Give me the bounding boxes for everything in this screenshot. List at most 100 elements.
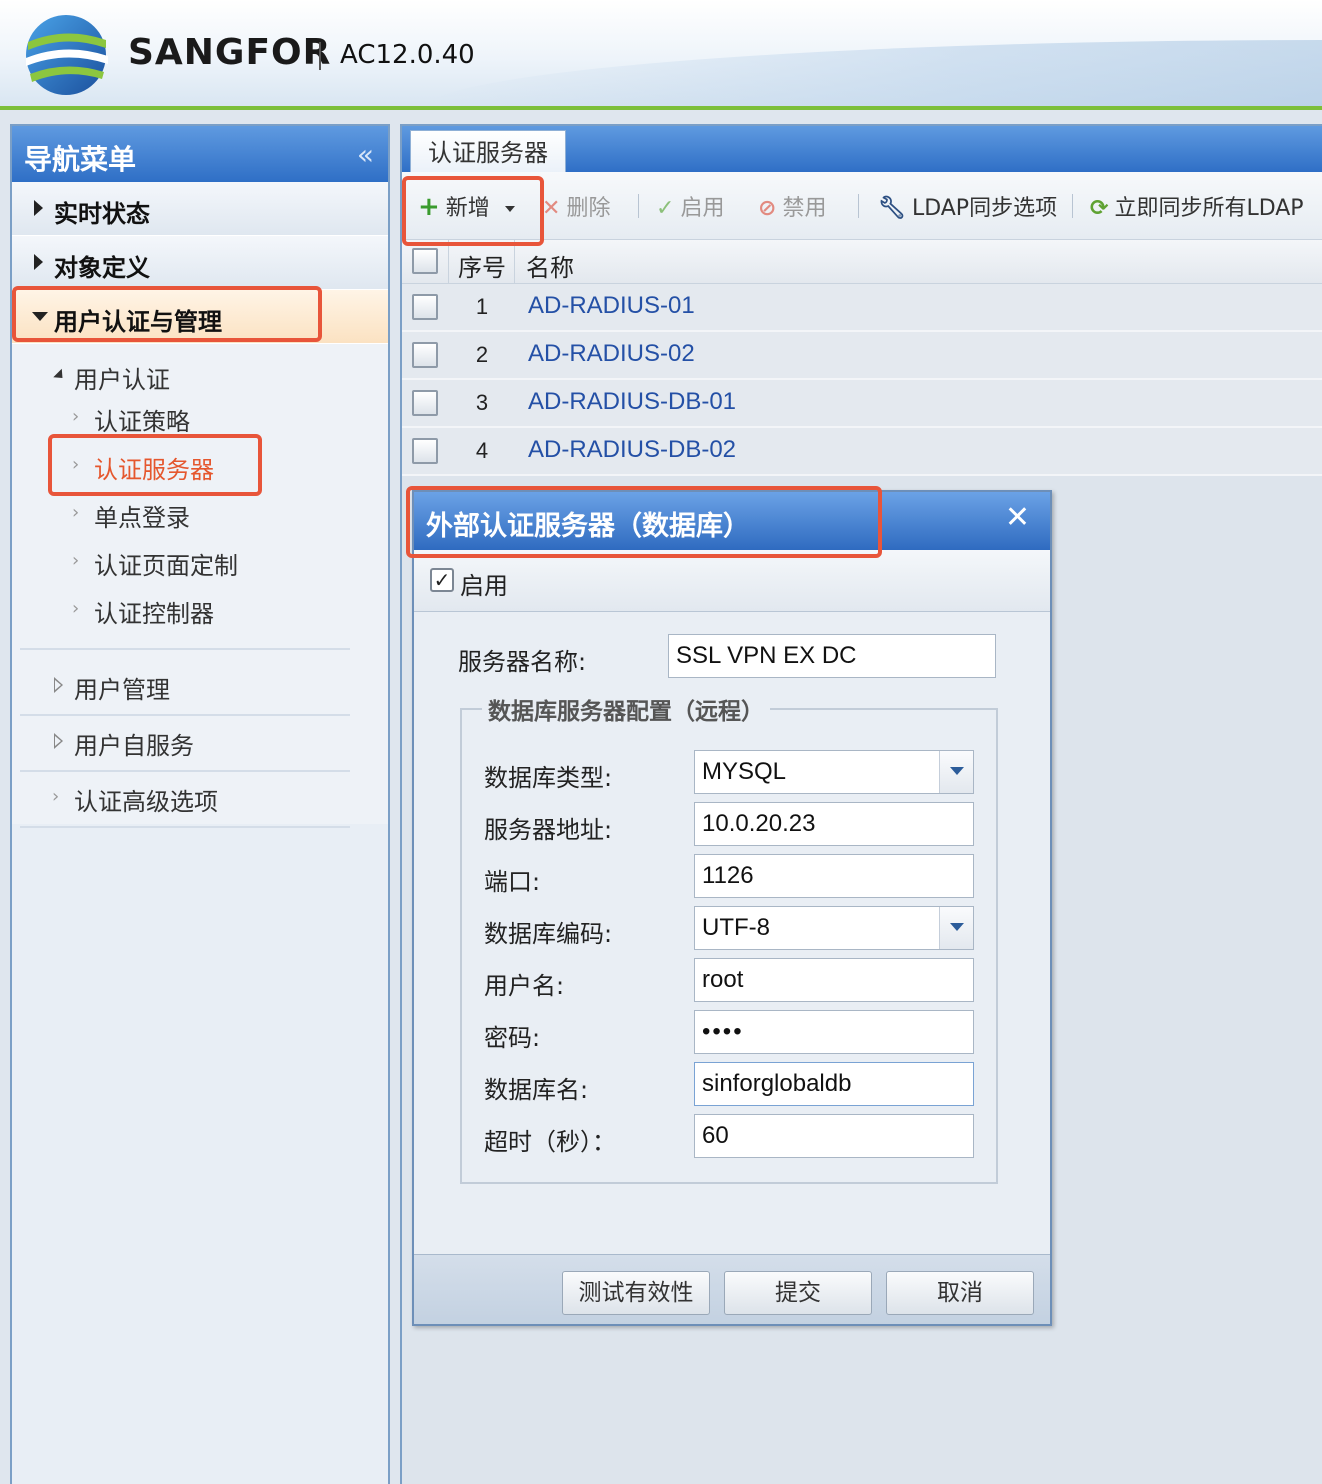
table-row[interactable]: 1 AD-RADIUS-01 <box>402 284 1322 332</box>
delete-button[interactable]: ✕ 删除 <box>542 190 610 222</box>
sangfor-logo-icon <box>26 15 108 95</box>
collapse-sidebar-icon[interactable]: « <box>357 138 374 171</box>
password-input[interactable]: •••• <box>694 1010 974 1054</box>
nav-group-user-auth-management[interactable]: 用户认证与管理 <box>12 290 388 344</box>
cancel-button[interactable]: 取消 <box>886 1271 1034 1315</box>
chevron-right-icon: › <box>72 454 80 475</box>
submit-button[interactable]: 提交 <box>724 1271 872 1315</box>
header-decoration <box>422 40 1322 106</box>
enable-row: ✓ 启用 <box>414 550 1050 612</box>
chevron-down-icon[interactable] <box>939 751 973 793</box>
column-header-index: 序号 <box>458 254 506 282</box>
row-name-link[interactable]: AD-RADIUS-02 <box>528 340 695 368</box>
tree-expanded-icon <box>53 368 67 383</box>
wrench-icon: 🔧︎ <box>878 196 906 221</box>
brand-separator <box>319 42 321 70</box>
row-checkbox[interactable] <box>412 438 438 464</box>
expand-arrow-icon <box>34 200 43 216</box>
sidebar-title: 导航菜单 <box>24 143 137 176</box>
db-type-value: MYSQL <box>702 758 787 785</box>
app-header: SANGFOR AC12.0.40 <box>0 0 1322 110</box>
server-address-input[interactable]: 10.0.20.23 <box>694 802 974 846</box>
collapse-arrow-icon <box>32 312 48 321</box>
row-name-link[interactable]: AD-RADIUS-DB-02 <box>528 436 736 464</box>
tree-label-selected: 认证服务器 <box>94 456 214 484</box>
row-name-link[interactable]: AD-RADIUS-DB-01 <box>528 388 736 416</box>
sync-all-ldap-button[interactable]: ⟳ 立即同步所有LDAP <box>1090 190 1304 222</box>
nav-group-label: 用户认证与管理 <box>54 308 222 336</box>
enable-label: 启用 <box>680 196 725 221</box>
toolbar: + 新增 ✕ 删除 ✓ 启用 ⊘ 禁用 🔧︎ LDAP同步选项 ⟳ 立即同步所有LDAP <box>402 172 1322 240</box>
sidebar-header: 导航菜单 « <box>12 126 388 182</box>
nav-group-realtime-status[interactable]: 实时状态 <box>12 182 388 236</box>
db-name-input[interactable]: sinforglobaldb <box>694 1062 974 1106</box>
tree-item-user-auth[interactable]: 用户认证 <box>12 350 388 398</box>
tree-item-auth-page-custom[interactable]: › 认证页面定制 <box>12 536 388 584</box>
tree-item-user-self-service[interactable]: 用户自服务 <box>12 716 388 772</box>
sync-all-label: 立即同步所有LDAP <box>1114 196 1304 221</box>
tree-item-auth-advanced[interactable]: › 认证高级选项 <box>12 772 388 828</box>
row-index: 4 <box>475 438 489 463</box>
chevron-right-icon: › <box>52 786 60 807</box>
disable-button[interactable]: ⊘ 禁用 <box>758 190 826 222</box>
table-row[interactable]: 3 AD-RADIUS-DB-01 <box>402 380 1322 428</box>
row-checkbox[interactable] <box>412 294 438 320</box>
tree-label: 用户自服务 <box>74 732 194 760</box>
test-validity-button[interactable]: 测试有效性 <box>562 1271 710 1315</box>
password-label: 密码: <box>484 1024 541 1052</box>
enable-button[interactable]: ✓ 启用 <box>656 190 724 222</box>
tree-item-auth-policy[interactable]: › 认证策略 <box>12 392 388 440</box>
tab-auth-server[interactable]: 认证服务器 <box>410 130 566 176</box>
toolbar-separator <box>638 194 639 218</box>
server-name-input[interactable]: SSL VPN EX DC <box>668 634 996 678</box>
db-name-label: 数据库名: <box>484 1076 589 1104</box>
db-encoding-label: 数据库编码: <box>484 920 613 948</box>
chevron-down-icon[interactable] <box>939 907 973 949</box>
disable-label: 禁用 <box>782 196 827 221</box>
ldap-sync-options-button[interactable]: 🔧︎ LDAP同步选项 <box>878 190 1057 222</box>
column-divider <box>448 240 449 284</box>
port-label: 端口: <box>484 868 541 896</box>
ldap-options-label: LDAP同步选项 <box>911 196 1058 221</box>
row-index: 1 <box>475 294 489 319</box>
table-row[interactable]: 2 AD-RADIUS-02 <box>402 332 1322 380</box>
column-divider <box>514 240 515 284</box>
tree-label: 用户管理 <box>74 676 170 704</box>
row-checkbox[interactable] <box>412 342 438 368</box>
tree-item-user-management[interactable]: 用户管理 <box>12 660 388 716</box>
port-input[interactable]: 1126 <box>694 854 974 898</box>
tree-item-sso[interactable]: › 单点登录 <box>12 488 388 536</box>
divider <box>20 826 350 828</box>
timeout-label: 超时（秒）： <box>484 1128 616 1156</box>
tree-item-auth-controller[interactable]: › 认证控制器 <box>12 584 388 632</box>
dialog-titlebar[interactable]: 外部认证服务器（数据库） ✕ <box>414 492 1050 550</box>
tree-item-auth-server[interactable]: › 认证服务器 <box>12 440 388 488</box>
db-encoding-select[interactable]: UTF-8 <box>694 906 974 950</box>
add-button[interactable]: + 新增 <box>418 190 515 222</box>
prohibit-icon: ⊘ <box>758 196 777 221</box>
sync-arrows-icon: ⟳ <box>1090 196 1109 221</box>
select-all-checkbox[interactable] <box>412 248 438 274</box>
table-row[interactable]: 4 AD-RADIUS-DB-02 <box>402 428 1322 476</box>
dropdown-caret-icon <box>504 206 515 212</box>
row-checkbox[interactable] <box>412 390 438 416</box>
add-label: 新增 <box>445 196 490 221</box>
chevron-right-icon: › <box>72 598 80 619</box>
db-type-select[interactable]: MYSQL <box>694 750 974 794</box>
dialog-body: 服务器名称: SSL VPN EX DC 数据库服务器配置（远程） 数据库类型:… <box>414 612 1050 1254</box>
expand-arrow-icon <box>34 254 43 270</box>
check-icon: ✓ <box>656 196 675 221</box>
chevron-right-icon: › <box>72 550 80 571</box>
nav-subtree: 用户认证 › 认证策略 › 认证服务器 › 单点登录 › 认证页面定制 › 认证… <box>12 344 388 828</box>
brand-name: SANGFOR <box>128 32 332 73</box>
timeout-input[interactable]: 60 <box>694 1114 974 1158</box>
delete-label: 删除 <box>566 196 611 221</box>
enable-checkbox[interactable]: ✓ <box>430 568 454 592</box>
close-icon[interactable]: ✕ <box>1005 500 1030 535</box>
username-input[interactable]: root <box>694 958 974 1002</box>
row-name-link[interactable]: AD-RADIUS-01 <box>528 292 695 320</box>
toolbar-separator <box>1072 194 1073 218</box>
nav-group-object-definition[interactable]: 对象定义 <box>12 236 388 290</box>
username-label: 用户名: <box>484 972 565 1000</box>
tree-label: 认证策略 <box>94 408 190 436</box>
